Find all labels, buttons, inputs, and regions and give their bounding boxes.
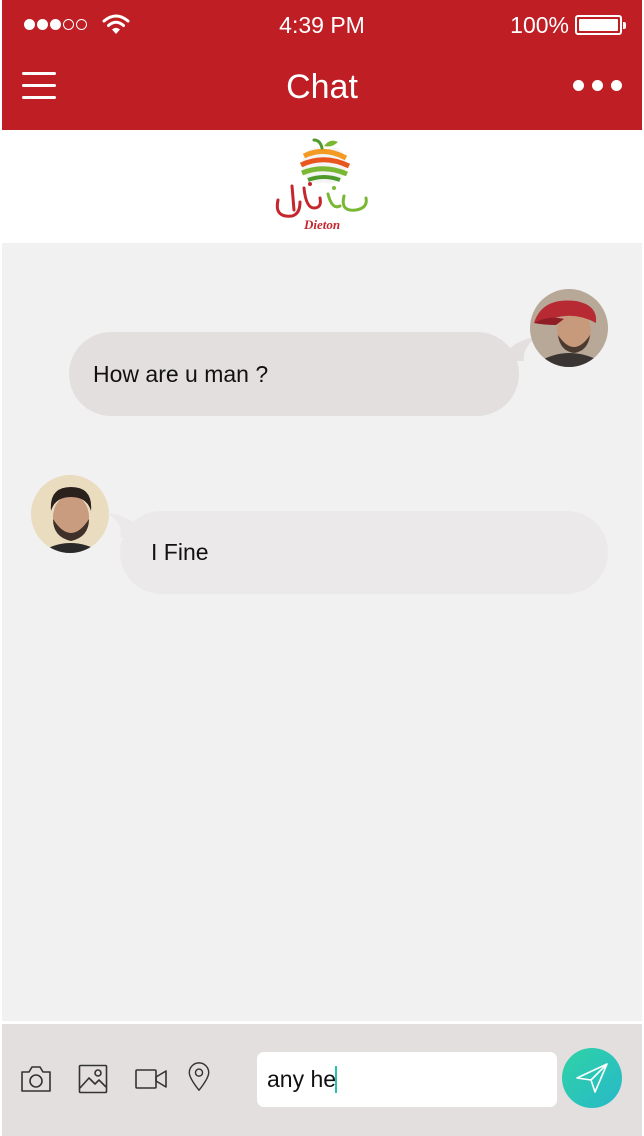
- message-list[interactable]: How are u man ? I Fine: [0, 243, 644, 1021]
- battery-percent: 100%: [510, 12, 569, 38]
- send-icon: [576, 1063, 608, 1093]
- dieton-logo: Dieton: [275, 138, 368, 232]
- battery-icon: [575, 15, 626, 35]
- avatar[interactable]: [530, 289, 608, 367]
- message-composer: [2, 1024, 642, 1136]
- camera-icon[interactable]: [20, 1064, 52, 1094]
- page-title: Chat: [286, 68, 358, 106]
- chat-screen: 4:39 PM 100% Chat Dieton How are u man ?…: [0, 0, 644, 1136]
- status-bar: 4:39 PM 100%: [2, 0, 642, 50]
- send-button[interactable]: [562, 1048, 622, 1108]
- message-input[interactable]: [257, 1052, 557, 1107]
- message-text: I Fine: [151, 539, 209, 565]
- more-dots-icon[interactable]: [573, 80, 622, 91]
- brand-name: Dieton: [303, 217, 340, 232]
- video-icon[interactable]: [134, 1064, 168, 1094]
- app-header: 4:39 PM 100% Chat: [2, 0, 642, 130]
- location-pin-icon[interactable]: [186, 1062, 212, 1092]
- brand-banner: Dieton: [0, 130, 644, 242]
- avatar[interactable]: [31, 475, 109, 553]
- image-icon[interactable]: [78, 1064, 108, 1094]
- message-text: How are u man ?: [93, 360, 269, 387]
- message-bubble-outgoing[interactable]: How are u man ?: [69, 332, 519, 416]
- text-caret: [335, 1066, 337, 1093]
- message-bubble-incoming[interactable]: I Fine: [120, 511, 608, 594]
